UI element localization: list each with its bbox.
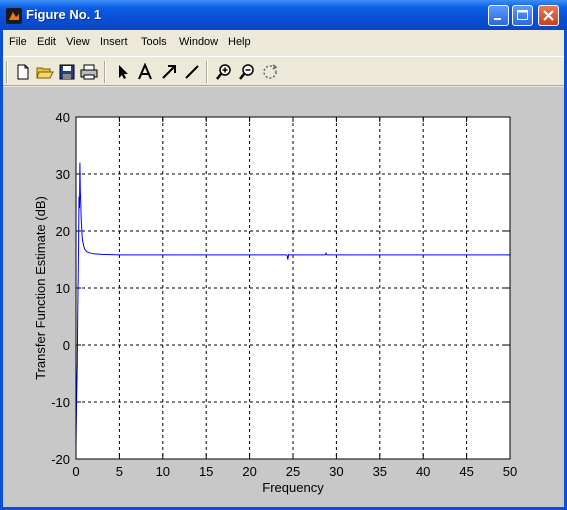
title-bar[interactable]: Figure No. 1 bbox=[0, 0, 567, 30]
text-icon[interactable] bbox=[136, 63, 154, 81]
y-tick-label: 40 bbox=[56, 110, 70, 125]
rotate-icon[interactable] bbox=[261, 63, 279, 81]
x-tick-label: 15 bbox=[199, 464, 213, 479]
minimize-icon bbox=[494, 18, 501, 20]
x-tick-label: 0 bbox=[72, 464, 79, 479]
figure-window: Figure No. 1 File Edit View Insert Tools… bbox=[0, 0, 567, 510]
x-tick-label: 25 bbox=[286, 464, 300, 479]
menu-insert[interactable]: Insert bbox=[100, 36, 128, 48]
maximize-button[interactable] bbox=[512, 5, 533, 26]
toolbar-separator bbox=[104, 61, 106, 83]
menu-window[interactable]: Window bbox=[179, 36, 218, 48]
y-tick-label: 20 bbox=[56, 224, 70, 239]
y-axis-label: Transfer Function Estimate (dB) bbox=[33, 196, 48, 380]
toolbar-grip bbox=[6, 61, 8, 83]
toolbar bbox=[3, 56, 564, 86]
save-icon[interactable] bbox=[58, 63, 76, 81]
menu-help[interactable]: Help bbox=[228, 36, 251, 48]
y-tick-label: 0 bbox=[63, 338, 70, 353]
new-file-icon[interactable] bbox=[14, 63, 32, 81]
x-axis-label: Frequency bbox=[262, 480, 324, 495]
x-tick-label: 20 bbox=[242, 464, 256, 479]
figure-canvas: 0 5 10 15 20 25 30 35 40 45 50 -20 -10 0 10 20 30 40 Freq… bbox=[3, 87, 564, 507]
x-tick-label: 50 bbox=[503, 464, 517, 479]
x-tick-label: 30 bbox=[329, 464, 343, 479]
arrow-icon[interactable] bbox=[160, 63, 178, 81]
menu-file[interactable]: File bbox=[9, 36, 27, 48]
window-client: File Edit View Insert Tools Window Help bbox=[3, 30, 564, 507]
close-icon bbox=[543, 10, 554, 21]
x-tick-label: 5 bbox=[116, 464, 123, 479]
print-icon[interactable] bbox=[80, 63, 98, 81]
x-tick-label: 45 bbox=[459, 464, 473, 479]
x-tick-label: 35 bbox=[373, 464, 387, 479]
open-folder-icon[interactable] bbox=[36, 63, 54, 81]
y-tick-label: -10 bbox=[51, 395, 70, 410]
toolbar-separator bbox=[206, 61, 208, 83]
close-button[interactable] bbox=[538, 5, 559, 26]
menu-view[interactable]: View bbox=[66, 36, 90, 48]
menu-bar: File Edit View Insert Tools Window Help bbox=[3, 30, 564, 54]
menu-tools[interactable]: Tools bbox=[141, 36, 167, 48]
menu-edit[interactable]: Edit bbox=[37, 36, 56, 48]
zoom-in-icon[interactable] bbox=[215, 63, 233, 81]
y-tick-label: 10 bbox=[56, 281, 70, 296]
select-arrow-icon[interactable] bbox=[114, 63, 132, 81]
line-icon[interactable] bbox=[183, 63, 201, 81]
y-tick-label: 30 bbox=[56, 167, 70, 182]
plot-area: 0 5 10 15 20 25 30 35 40 45 50 -20 -10 0 10 20 30 40 Freq… bbox=[33, 110, 517, 495]
x-tick-label: 40 bbox=[416, 464, 430, 479]
zoom-out-icon[interactable] bbox=[238, 63, 256, 81]
maximize-icon bbox=[517, 10, 528, 20]
x-tick-label: 10 bbox=[156, 464, 170, 479]
y-tick-label: -20 bbox=[51, 452, 70, 467]
window-title: Figure No. 1 bbox=[26, 7, 102, 22]
matlab-logo-icon bbox=[6, 8, 22, 24]
minimize-button[interactable] bbox=[488, 5, 509, 26]
